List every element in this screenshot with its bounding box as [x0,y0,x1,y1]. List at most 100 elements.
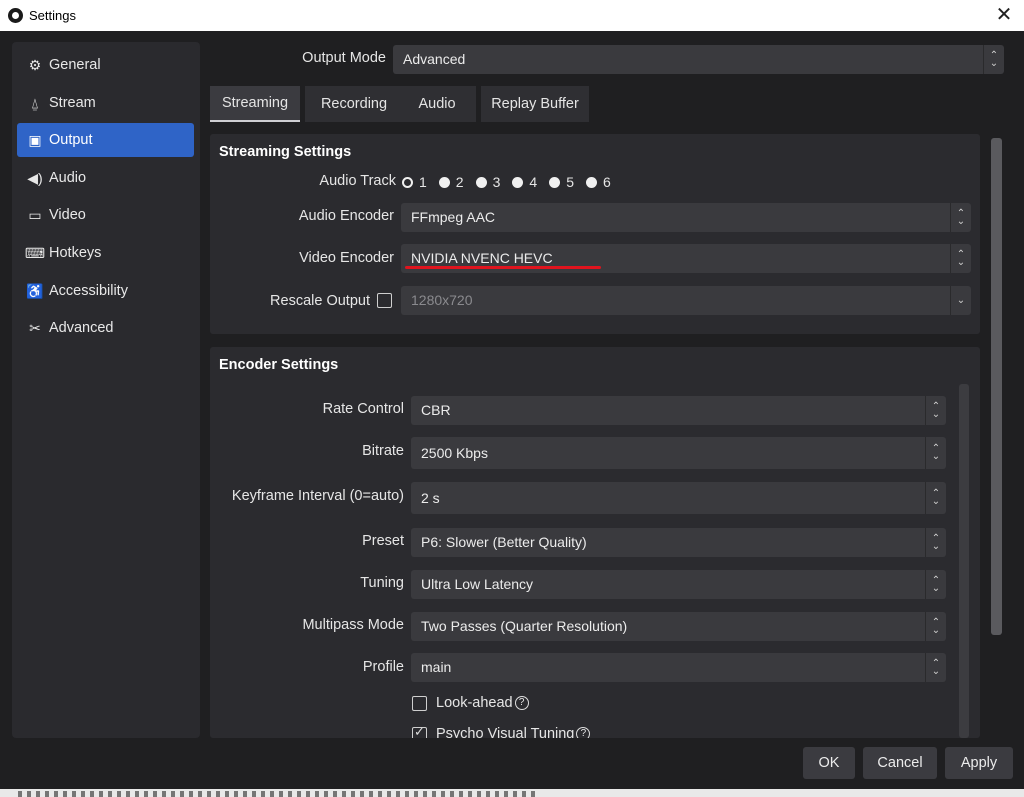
look-ahead-text: Look-ahead [436,695,513,711]
updown-arrow-icon: ⌃ ⌄ [925,653,946,682]
tuning-label: Tuning [360,575,404,591]
profile-select[interactable]: main ⌃ ⌄ [411,653,946,682]
apply-button[interactable]: Apply [945,747,1013,779]
updown-arrow-icon: ⌃ ⌄ [925,570,946,599]
ok-button[interactable]: OK [803,747,855,779]
title-bar: Settings ✕ [0,0,1024,31]
updown-arrow-icon: ⌃ ⌄ [925,396,946,425]
help-icon[interactable]: ? [514,696,529,711]
sidebar-item-stream[interactable]: ⍙ Stream [17,86,194,120]
rescale-output-label: Rescale Output [270,293,370,309]
chevron-down-icon: ⌄ [950,286,971,315]
accessibility-icon: ♿ [26,282,44,299]
sidebar-item-accessibility[interactable]: ♿ Accessibility [17,274,194,308]
audio-track-radios: 1 2 3 4 5 6 [402,173,623,191]
audio-track-radio-6[interactable] [585,176,597,188]
radio-label: 4 [529,174,538,190]
preset-select[interactable]: P6: Slower (Better Quality) ⌃ ⌄ [411,528,946,557]
audio-track-radio-5[interactable] [549,176,561,188]
keyframe-interval-value: 2 s [421,490,440,506]
rate-control-select[interactable]: CBR ⌃ ⌄ [411,396,946,425]
rescale-output-checkbox[interactable] [377,293,392,308]
encoder-settings-title: Encoder Settings [219,357,339,373]
sidebar-item-audio[interactable]: ◀) Audio [17,161,194,195]
tools-icon: ✂ [29,319,41,336]
sidebar-item-general[interactable]: ⚙ General [17,48,194,82]
window-title: Settings [29,8,76,23]
bitrate-value: 2500 Kbps [421,445,488,461]
psycho-visual-text: Psycho Visual Tuning [436,726,575,738]
video-encoder-label: Video Encoder [299,250,394,266]
obs-logo-icon [8,8,23,23]
sidebar-item-label: Advanced [49,320,114,336]
audio-track-label: Audio Track [319,173,396,189]
sidebar-item-label: Stream [49,95,96,111]
radio-label: 1 [419,174,427,190]
bitrate-spinbox[interactable]: 2500 Kbps ⌃ ⌄ [411,437,946,469]
audio-track-radio-1[interactable] [402,176,413,188]
audio-encoder-select[interactable]: FFmpeg AAC ⌃ ⌄ [401,203,971,232]
psycho-visual-checkbox[interactable] [412,724,427,738]
background-window-strip [0,789,1024,797]
multipass-mode-value: Two Passes (Quarter Resolution) [421,618,628,634]
audio-track-radio-2[interactable] [438,176,450,188]
clipped-row: Psycho Visual Tuning? [400,720,960,738]
rate-control-label: Rate Control [322,401,404,417]
rescale-resolution-value: 1280x720 [411,292,473,308]
spin-arrows-icon[interactable]: ⌃ ⌄ [925,437,946,469]
audio-encoder-value: FFmpeg AAC [411,209,496,225]
keyframe-interval-spinbox[interactable]: 2 s ⌃ ⌄ [411,482,946,514]
sidebar-item-video[interactable]: ▭ Video [17,198,194,232]
updown-arrow-icon: ⌃ ⌄ [925,528,946,557]
tab-streaming[interactable]: Streaming [210,86,300,122]
multipass-mode-select[interactable]: Two Passes (Quarter Resolution) ⌃ ⌄ [411,612,946,641]
encoder-settings-scrollbar[interactable] [959,384,969,738]
updown-arrow-icon: ⌃ ⌄ [950,203,971,232]
radio-label: 3 [492,174,501,190]
preset-value: P6: Slower (Better Quality) [421,534,587,550]
radio-label: 6 [602,174,611,190]
broadcast-icon: ⍙ [30,94,40,111]
sidebar-item-label: Output [49,132,93,148]
look-ahead-label: Look-ahead? [436,695,529,711]
sidebar-item-label: Hotkeys [49,245,102,261]
keyframe-interval-label: Keyframe Interval (0=auto) [231,488,404,504]
radio-label: 5 [566,174,574,190]
background-text-fragment [18,791,538,797]
sidebar-item-output[interactable]: ▣ Output [17,123,194,157]
close-icon[interactable]: ✕ [990,2,1018,28]
rate-control-value: CBR [421,402,451,418]
radio-label: 2 [455,174,464,190]
tuning-value: Ultra Low Latency [421,576,534,592]
profile-label: Profile [362,659,404,675]
settings-scrollbar[interactable] [991,138,1002,635]
sidebar-item-advanced[interactable]: ✂ Advanced [17,311,194,345]
bitrate-label: Bitrate [362,443,404,459]
multipass-mode-label: Multipass Mode [302,617,404,633]
keyboard-icon: ⌨ [24,244,46,261]
tab-recording[interactable]: Recording [305,86,403,122]
sidebar-item-label: Video [49,207,86,223]
settings-sidebar: ⚙ General ⍙ Stream ▣ Output ◀) Audio ▭ V… [12,42,200,738]
streaming-settings-title: Streaming Settings [219,144,352,160]
spin-arrows-icon[interactable]: ⌃ ⌄ [925,482,946,514]
look-ahead-checkbox[interactable] [412,696,427,711]
profile-value: main [421,659,452,675]
preset-label: Preset [362,533,404,549]
speaker-icon: ◀) [27,169,43,186]
tab-replay-buffer[interactable]: Replay Buffer [481,86,589,122]
sidebar-item-label: General [49,57,101,73]
updown-arrow-icon: ⌃ ⌄ [983,45,1004,74]
sidebar-item-hotkeys[interactable]: ⌨ Hotkeys [17,236,194,270]
sidebar-item-label: Accessibility [49,283,128,299]
cancel-button[interactable]: Cancel [863,747,937,779]
red-underline-annotation [405,266,601,269]
tab-audio[interactable]: Audio [398,86,476,122]
audio-track-radio-3[interactable] [475,176,487,188]
output-mode-label: Output Mode [302,50,386,66]
output-mode-select[interactable]: Advanced ⌃ ⌄ [393,45,1004,74]
tuning-select[interactable]: Ultra Low Latency ⌃ ⌄ [411,570,946,599]
sidebar-item-label: Audio [49,170,87,186]
audio-track-radio-4[interactable] [512,176,524,188]
help-icon[interactable]: ? [576,727,591,738]
